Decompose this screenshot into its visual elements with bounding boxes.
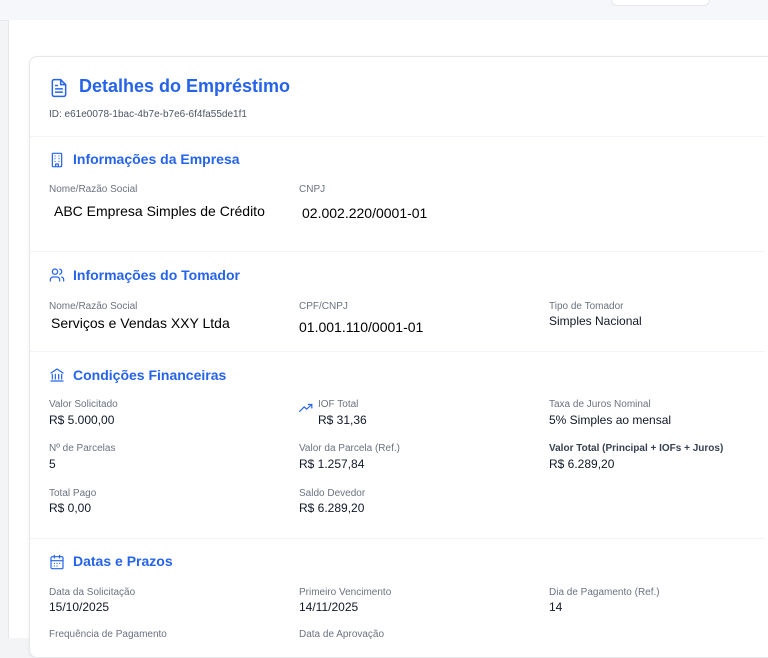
primeiro-vencimento-label: Primeiro Vencimento — [299, 587, 392, 598]
saldo-devedor-value: R$ 6.289,20 — [299, 501, 365, 515]
divider — [30, 351, 765, 352]
top-header-strip — [0, 0, 768, 21]
frequencia-pagamento-label: Frequência de Pagamento — [49, 629, 167, 640]
valor-total-value: R$ 6.289,20 — [549, 457, 615, 471]
bank-icon — [50, 368, 64, 382]
valor-parcela-label: Valor da Parcela (Ref.) — [299, 443, 400, 454]
data-aprovacao-label: Data de Aprovação — [299, 629, 385, 640]
loan-id: ID: e61e0078-1bac-4b7e-b7e6-6f4fa55de1f1 — [49, 109, 247, 120]
total-pago-label: Total Pago — [49, 488, 97, 499]
parcelas-value: 5 — [49, 457, 56, 471]
saldo-devedor-label: Saldo Devedor — [299, 488, 366, 499]
data-solicitacao-label: Data da Solicitação — [49, 587, 136, 598]
empresa-nome-value: ABC Empresa Simples de Crédito — [54, 203, 265, 219]
empresa-cnpj-value: 02.002.220/0001-01 — [302, 205, 428, 221]
dia-pagamento-value: 14 — [549, 600, 563, 614]
tomador-doc-value: 01.001.110/0001-01 — [299, 319, 424, 335]
header-button[interactable] — [611, 0, 710, 6]
tomador-tipo-value: Simples Nacional — [549, 314, 642, 328]
section-title-datas: Datas e Prazos — [73, 553, 173, 569]
valor-total-label: Valor Total (Principal + IOFs + Juros) — [549, 443, 724, 454]
empresa-cnpj-label: CNPJ — [299, 184, 326, 195]
section-title-tomador: Informações do Tomador — [73, 267, 240, 283]
iof-total-label: IOF Total — [318, 399, 359, 410]
divider — [30, 251, 765, 252]
taxa-juros-label: Taxa de Juros Nominal — [549, 399, 651, 410]
section-title-financeiro: Condições Financeiras — [73, 367, 227, 383]
primeiro-vencimento-value: 14/11/2025 — [299, 600, 359, 614]
tomador-tipo-label: Tipo de Tomador — [549, 301, 624, 312]
empresa-nome-label: Nome/Razão Social — [49, 184, 138, 195]
dia-pagamento-label: Dia de Pagamento (Ref.) — [549, 587, 660, 598]
tomador-doc-label: CPF/CNPJ — [299, 301, 348, 312]
page-title: Detalhes do Empréstimo — [79, 76, 291, 96]
divider — [30, 538, 765, 539]
total-pago-value: R$ 0,00 — [49, 501, 92, 515]
tomador-nome-label: Nome/Razão Social — [49, 301, 138, 312]
document-icon — [51, 78, 67, 98]
calendar-icon — [50, 554, 64, 570]
parcelas-label: Nº de Parcelas — [49, 443, 116, 454]
data-solicitacao-value: 15/10/2025 — [49, 600, 110, 614]
iof-total-value: R$ 31,36 — [318, 413, 367, 427]
taxa-juros-value: 5% Simples ao mensal — [549, 413, 672, 427]
valor-solicitado-value: R$ 5.000,00 — [49, 413, 115, 427]
users-icon — [49, 268, 65, 282]
tomador-nome-value: Serviços e Vendas XXY Ltda — [51, 315, 230, 331]
divider — [30, 136, 765, 137]
valor-solicitado-label: Valor Solicitado — [49, 399, 118, 410]
valor-parcela-value: R$ 1.257,84 — [299, 457, 365, 471]
section-title-empresa: Informações da Empresa — [73, 151, 240, 167]
building-icon — [51, 152, 63, 168]
trending-up-icon — [299, 403, 313, 413]
